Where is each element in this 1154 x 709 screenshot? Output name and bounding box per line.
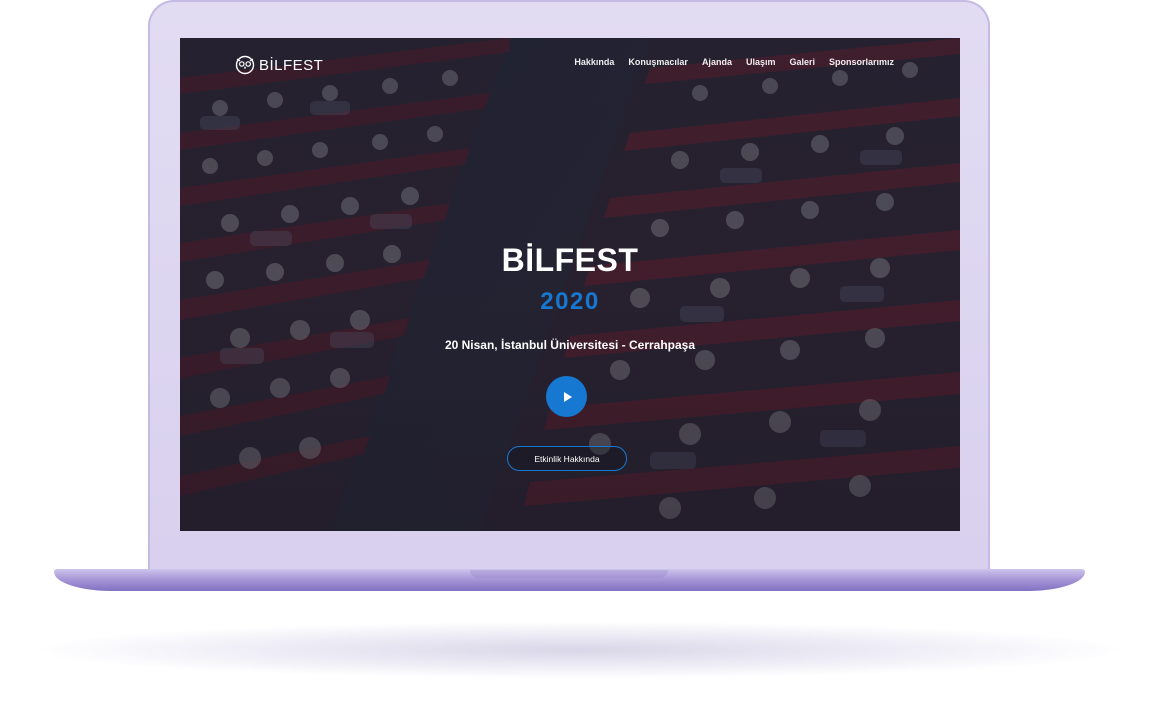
floor-shadow [40, 622, 1120, 678]
play-icon [564, 391, 572, 402]
nav-link-ajanda[interactable]: Ajanda [702, 57, 732, 67]
nav-link-hakkinda[interactable]: Hakkında [574, 57, 614, 67]
laptop-screen: BİLFEST Hakkında Konuşmacılar Ajanda Ula… [180, 38, 960, 531]
play-video-button[interactable] [546, 376, 587, 417]
hero-subtitle: 20 Nisan, İstanbul Üniversitesi - Cerrah… [444, 338, 696, 352]
top-navbar: BİLFEST Hakkında Konuşmacılar Ajanda Ula… [180, 38, 960, 90]
site-logo[interactable]: BİLFEST [234, 55, 323, 75]
nav-link-ulasim[interactable]: Ulaşım [746, 57, 776, 67]
hero-year: 2020 [540, 288, 600, 315]
hero-title: BİLFEST [501, 242, 639, 278]
owl-emblem-icon [235, 55, 255, 75]
event-about-button[interactable]: Etkinlik Hakkında [507, 446, 627, 471]
laptop-hinge-notch [470, 570, 668, 578]
brand-name: BİLFEST [259, 56, 324, 74]
laptop-mockup-scene: BİLFEST Hakkında Konuşmacılar Ajanda Ula… [0, 0, 1154, 709]
nav-link-konusmacilar[interactable]: Konuşmacılar [628, 57, 688, 67]
nav-link-sponsorlarimiz[interactable]: Sponsorlarımız [829, 57, 894, 67]
main-nav: Hakkında Konuşmacılar Ajanda Ulaşım Gale… [574, 57, 894, 67]
nav-link-galeri[interactable]: Galeri [789, 57, 815, 67]
